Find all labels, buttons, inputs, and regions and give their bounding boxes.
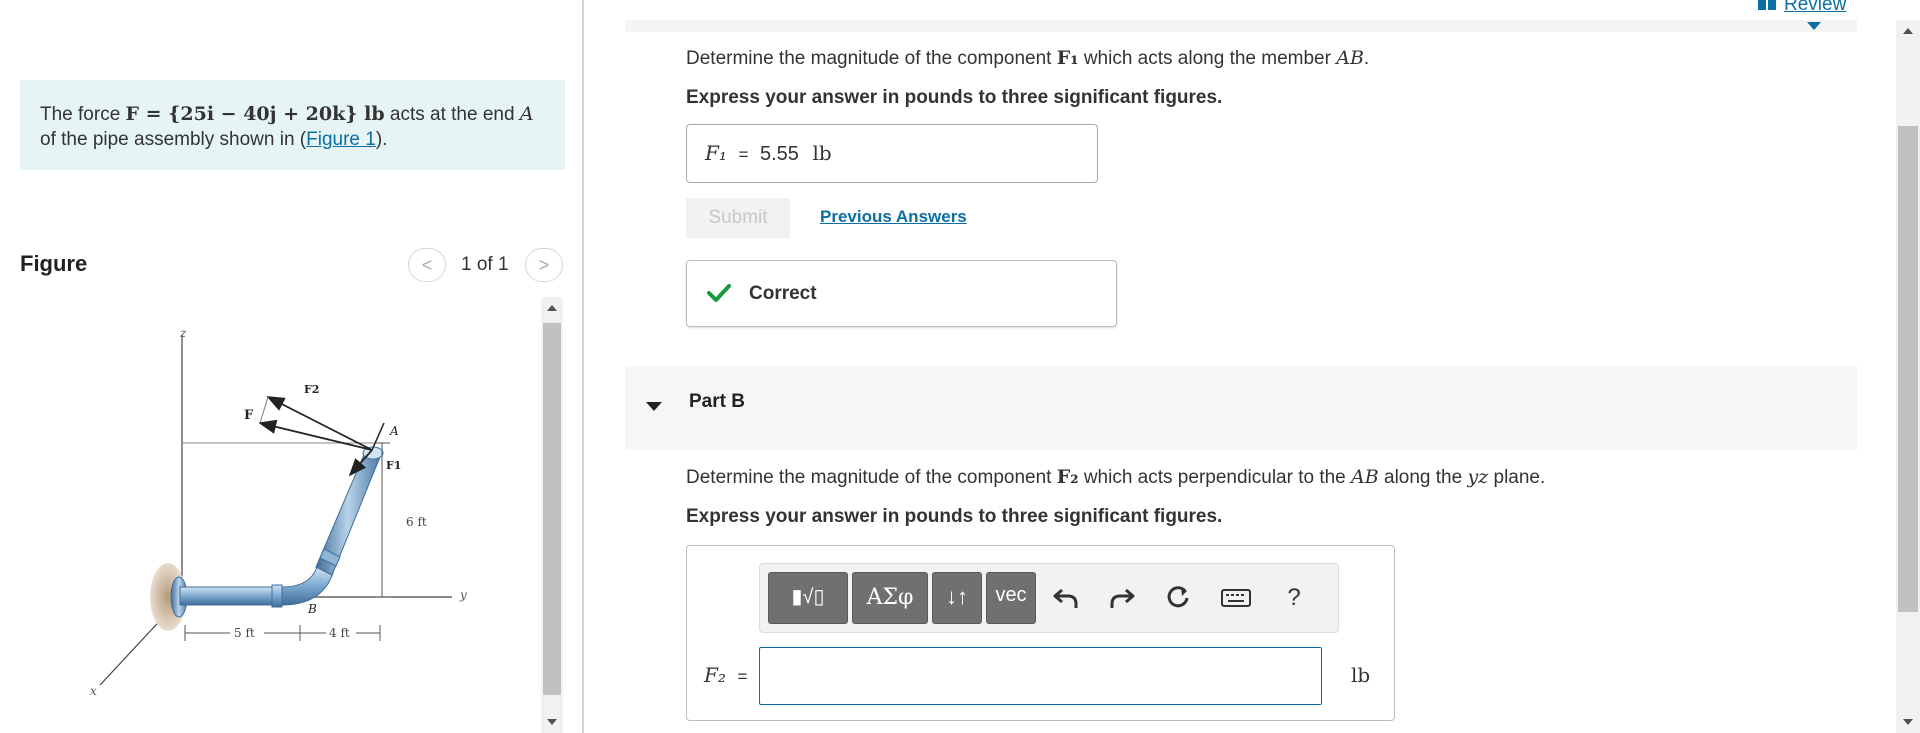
help-glyph: ? (1287, 584, 1301, 611)
problem-statement: The force F = {25i − 40j + 20k} lb acts … (20, 80, 565, 170)
feedback-correct: Correct (686, 260, 1117, 327)
vec-label: vec (995, 584, 1027, 606)
part-b-member: AB (1351, 466, 1379, 488)
part-a-question-prefix: Determine the magnitude of the component (686, 48, 1057, 69)
redo-icon[interactable] (1102, 574, 1142, 622)
scroll-up-icon[interactable] (547, 305, 557, 311)
main-scroll-down-icon[interactable] (1903, 719, 1913, 725)
part-a-question-suffix: . (1363, 48, 1370, 69)
greek-symbols-button[interactable]: ΑΣφ (852, 572, 928, 624)
part-b-symbol: F₂ (1056, 466, 1079, 488)
part-b-answer-label: F₂ = (704, 663, 747, 688)
pipe-elbow-b (281, 566, 334, 606)
part-b-equals: = (737, 667, 748, 686)
pipe-assembly-diagram: z x y 6 ft 5 ft 4 ft F F2 F1 A B (90, 326, 467, 698)
arrows-icon: ↓↑ (946, 584, 968, 609)
part-b-question-middle: which acts perpendicular to the (1078, 467, 1352, 488)
chevron-left-icon: < (421, 255, 433, 275)
previous-answers-link[interactable]: Previous Answers (820, 207, 967, 227)
dimension-6ft: 6 ft (406, 515, 427, 529)
review-link[interactable]: Review (1758, 0, 1846, 16)
part-b-answer-panel: ▮√▯ ΑΣφ ↓↑ vec ? F₂ = lb (686, 545, 1395, 721)
math-toolbar: ▮√▯ ΑΣφ ↓↑ vec ? (759, 563, 1339, 633)
z-axis-label: z (179, 326, 187, 340)
submit-button[interactable]: Submit (686, 198, 790, 238)
part-b-question-prefix: Determine the magnitude of the component (686, 467, 1057, 488)
collapse-caret-icon[interactable] (646, 402, 662, 411)
point-a-label: A (389, 424, 399, 438)
vector-button[interactable]: vec (986, 572, 1036, 624)
part-a-answer-field: F₁ = 5.55 lb (686, 124, 1098, 183)
main-scroll-up-icon[interactable] (1903, 28, 1913, 34)
part-b-answer-symbol: F₂ (704, 663, 726, 687)
pipe-segment-bc (179, 586, 281, 606)
part-b-answer-input[interactable] (759, 647, 1322, 705)
figure-link[interactable]: Figure 1 (306, 129, 376, 150)
dimension-4ft: 4 ft (329, 626, 350, 640)
force-f2-label: F2 (304, 383, 319, 396)
part-a-question-middle: which acts along the member (1078, 48, 1337, 69)
force-f-label: F (244, 408, 254, 423)
next-figure-button[interactable]: > (525, 248, 563, 282)
part-b-plane: yz (1467, 466, 1489, 488)
figure-image: z x y 6 ft 5 ft 4 ft F F2 F1 A B (20, 295, 540, 733)
prev-figure-button[interactable]: < (408, 248, 446, 282)
part-b-question-suffix: plane. (1488, 467, 1546, 488)
part-a-answer-unit: lb (812, 141, 832, 165)
part-a-header-strip (625, 20, 1857, 32)
figure-scroll-thumb[interactable] (543, 323, 561, 695)
y-axis-label: y (459, 588, 467, 602)
part-a-symbol: F₁ (1056, 47, 1079, 69)
arrows-button[interactable]: ↓↑ (932, 572, 982, 624)
part-a-member: AB (1336, 47, 1364, 69)
part-a-answer-symbol: F₁ (705, 141, 727, 165)
problem-pane: The force F = {25i − 40j + 20k} lb acts … (0, 0, 584, 733)
part-a-equals: = (738, 145, 749, 164)
force-f1-label: F1 (386, 459, 401, 472)
part-b-header[interactable]: Part B (625, 366, 1857, 450)
feedback-label: Correct (749, 283, 817, 304)
keyboard-icon[interactable] (1216, 574, 1256, 622)
greek-icon: ΑΣφ (866, 585, 914, 610)
checkmark-icon (707, 284, 731, 302)
x-axis-label: x (90, 684, 97, 698)
figure-counter: 1 of 1 (461, 254, 509, 275)
figure-title: Figure (20, 251, 88, 276)
scroll-down-icon[interactable] (547, 719, 557, 725)
figure-header: Figure < 1 of 1 > (20, 245, 565, 285)
problem-text-line2: of the pipe assembly shown in ( (40, 129, 307, 150)
force-expression: F = {25i − 40j + 20k} lb (125, 103, 385, 125)
force-f2-arrow (266, 396, 373, 451)
chevron-right-icon: > (538, 255, 550, 275)
force-f-arrow (258, 419, 373, 451)
reset-icon[interactable] (1158, 574, 1198, 622)
point-b-label: B (307, 602, 317, 616)
part-a-question: Determine the magnitude of the component… (686, 47, 1369, 70)
figure-scrollbar[interactable] (541, 297, 563, 733)
part-b-question-middle2: along the (1378, 467, 1468, 488)
templates-button[interactable]: ▮√▯ (768, 572, 848, 624)
point-label: A (519, 103, 534, 125)
part-a-instruction: Express your answer in pounds to three s… (686, 87, 1223, 108)
main-scroll-thumb[interactable] (1898, 126, 1918, 612)
part-b-answer-unit: lb (1351, 663, 1371, 687)
part-a-answer-value: 5.55 (759, 143, 799, 165)
part-b-instruction: Express your answer in pounds to three s… (686, 506, 1223, 527)
undo-icon[interactable] (1046, 574, 1086, 622)
problem-text-prefix: The force (40, 104, 126, 125)
help-icon[interactable]: ? (1274, 574, 1314, 622)
dimension-5ft: 5 ft (234, 626, 255, 640)
problem-text-suffix: ). (375, 129, 388, 150)
caret-down-icon[interactable] (1807, 22, 1821, 30)
templates-icon: ▮√▯ (791, 586, 825, 608)
part-b-label: Part B (689, 391, 745, 412)
problem-text-middle: acts at the end (384, 104, 520, 125)
main-scrollbar[interactable] (1896, 20, 1920, 733)
part-b-question: Determine the magnitude of the component… (686, 466, 1545, 489)
